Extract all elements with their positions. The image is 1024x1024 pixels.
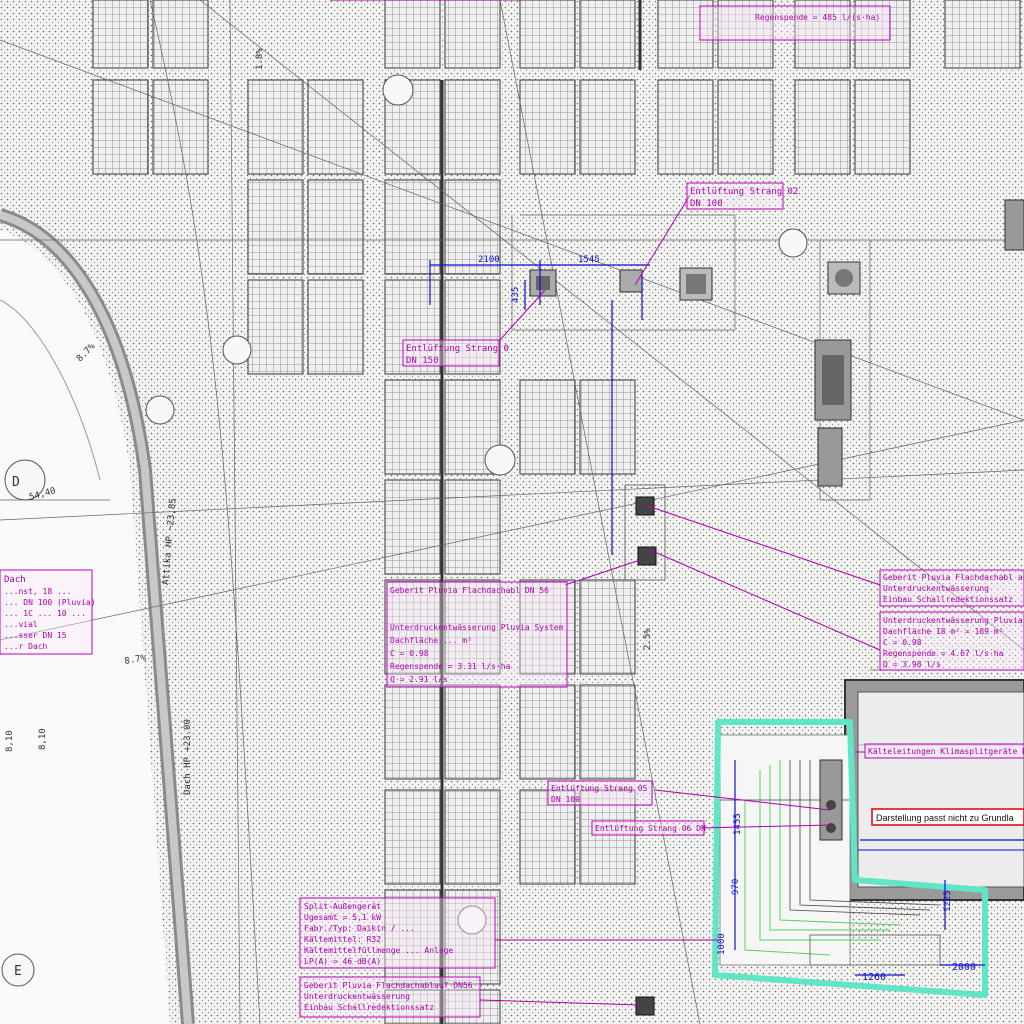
label-geberit-pluvia-1: Geberit Pluvia Flachdachabl auf D [883, 573, 1024, 582]
svg-text:Dachfläche 18 m² = 189 m²: Dachfläche 18 m² = 189 m² [883, 627, 1003, 636]
svg-text:C = 0.98: C = 0.98 [883, 638, 922, 647]
svg-text:Geberit Pluvia Flachdachablauf: Geberit Pluvia Flachdachablauf DN56 [304, 981, 473, 990]
svg-text:Geberit Pluvia Flachdachabl DN: Geberit Pluvia Flachdachabl DN 56 [390, 586, 549, 595]
svg-text:Einbau Schallredektionssatz: Einbau Schallredektionssatz [883, 595, 1013, 604]
dim-2100: 2100 [478, 255, 500, 265]
adjacent-building [844, 679, 1024, 901]
dim-1455: 1455 [733, 813, 743, 835]
svg-text:Q = 2.91 l/s: Q = 2.91 l/s [390, 675, 448, 684]
svg-text:C = 0.98: C = 0.98 [390, 649, 429, 658]
cad-drawing-canvas[interactable]: D E 2100 1545 435 1260 2000 1000 970 122… [0, 0, 1024, 1024]
dim-1000: 1000 [717, 933, 727, 955]
svg-text:Regenspende = 3.31 l/s·ha: Regenspende = 3.31 l/s·ha [390, 662, 511, 671]
svg-text:Regenspende = 485 l/(s·ha): Regenspende = 485 l/(s·ha) [755, 13, 880, 22]
alert-note-text: Darstellung passt nicht zu Grundla [876, 813, 1014, 823]
label-kalteleitungen: Kälteleitungen Klimasplitgeräte DN [868, 747, 1024, 756]
axis-label-e: E [14, 964, 22, 979]
dim-1545: 1545 [578, 255, 600, 265]
svg-text:Ugesamt = 5,1 kW: Ugesamt = 5,1 kW [304, 913, 381, 922]
svg-text:... 1C ... 10 ...: ... 1C ... 10 ... [4, 609, 86, 618]
svg-text:Fabr./Typ: Daikin / ...: Fabr./Typ: Daikin / ... [304, 924, 415, 933]
svg-text:...r Dach: ...r Dach [4, 642, 48, 651]
svg-text:DN 100: DN 100 [551, 795, 580, 804]
label-entl-strang-03: Entlüftung Strang 0 [406, 344, 509, 354]
alert-note[interactable]: Darstellung passt nicht zu Grundla [871, 808, 1024, 826]
svg-text:...vial: ...vial [4, 620, 38, 629]
svg-text:LP(A) = 46 dB(A): LP(A) = 46 dB(A) [304, 957, 381, 966]
svg-text:8,10: 8,10 [5, 730, 15, 752]
svg-text:Q = 3.98 l/s: Q = 3.98 l/s [883, 660, 941, 669]
svg-text:Kältemittelfüllmenge ... Anlag: Kältemittelfüllmenge ... Anlage [304, 946, 453, 955]
roof-drain-3 [635, 996, 655, 1016]
dim-1260: 1260 [862, 972, 886, 983]
svg-text:... DN 100 (Pluvia): ... DN 100 (Pluvia) [4, 598, 96, 607]
svg-text:1.8%: 1.8% [255, 48, 265, 70]
roof-drain-2 [637, 546, 657, 566]
dim-2000: 2000 [952, 962, 976, 973]
svg-text:Entlüftung Strang 06 DN: Entlüftung Strang 06 DN [595, 824, 706, 833]
svg-text:Entlüftung Strang 05: Entlüftung Strang 05 [551, 784, 648, 793]
roof-drain-1 [635, 496, 655, 516]
svg-text:Dach HP +23.00: Dach HP +23.00 [183, 719, 193, 795]
svg-text:Kältemittel: R32: Kältemittel: R32 [304, 935, 381, 944]
svg-text:Unterdruckentwässerung Pluvia: Unterdruckentwässerung Pluvia [883, 616, 1023, 625]
label-dn-150: DN 150 [406, 356, 439, 366]
svg-text:...nst, 18 ...: ...nst, 18 ... [4, 587, 71, 596]
label-dach: Dach [4, 575, 26, 585]
svg-text:Regenspende = 4.67 l/s·ha: Regenspende = 4.67 l/s·ha [883, 649, 1004, 658]
svg-text:Einbau Schallredektionssatz: Einbau Schallredektionssatz [304, 1003, 434, 1012]
svg-text:Unterdruckentwässerung: Unterdruckentwässerung [304, 992, 410, 1001]
svg-text:Unterdruckentwässerung Pluvia: Unterdruckentwässerung Pluvia System [390, 623, 564, 632]
label-split-aussengeraet: Split-Außengerät [304, 902, 381, 911]
axis-label-d: D [12, 475, 20, 490]
svg-text:2.5%: 2.5% [643, 628, 653, 650]
label-entl-strang-02: Entlüftung Strang 02 [690, 187, 798, 197]
svg-text:...sser DN 15: ...sser DN 15 [4, 631, 67, 640]
dim-970: 970 [731, 879, 741, 895]
dim-435: 435 [511, 287, 521, 303]
svg-text:Unterdruckentwässerung: Unterdruckentwässerung [883, 584, 989, 593]
svg-text:Dachfläche ... m²: Dachfläche ... m² [390, 636, 472, 645]
svg-text:8,10: 8,10 [38, 728, 48, 750]
ventilation-unit-b [817, 427, 843, 487]
label-dn-100: DN 100 [690, 199, 723, 209]
dim-1225: 1225 [943, 890, 953, 912]
roof-vent-b [619, 269, 643, 293]
